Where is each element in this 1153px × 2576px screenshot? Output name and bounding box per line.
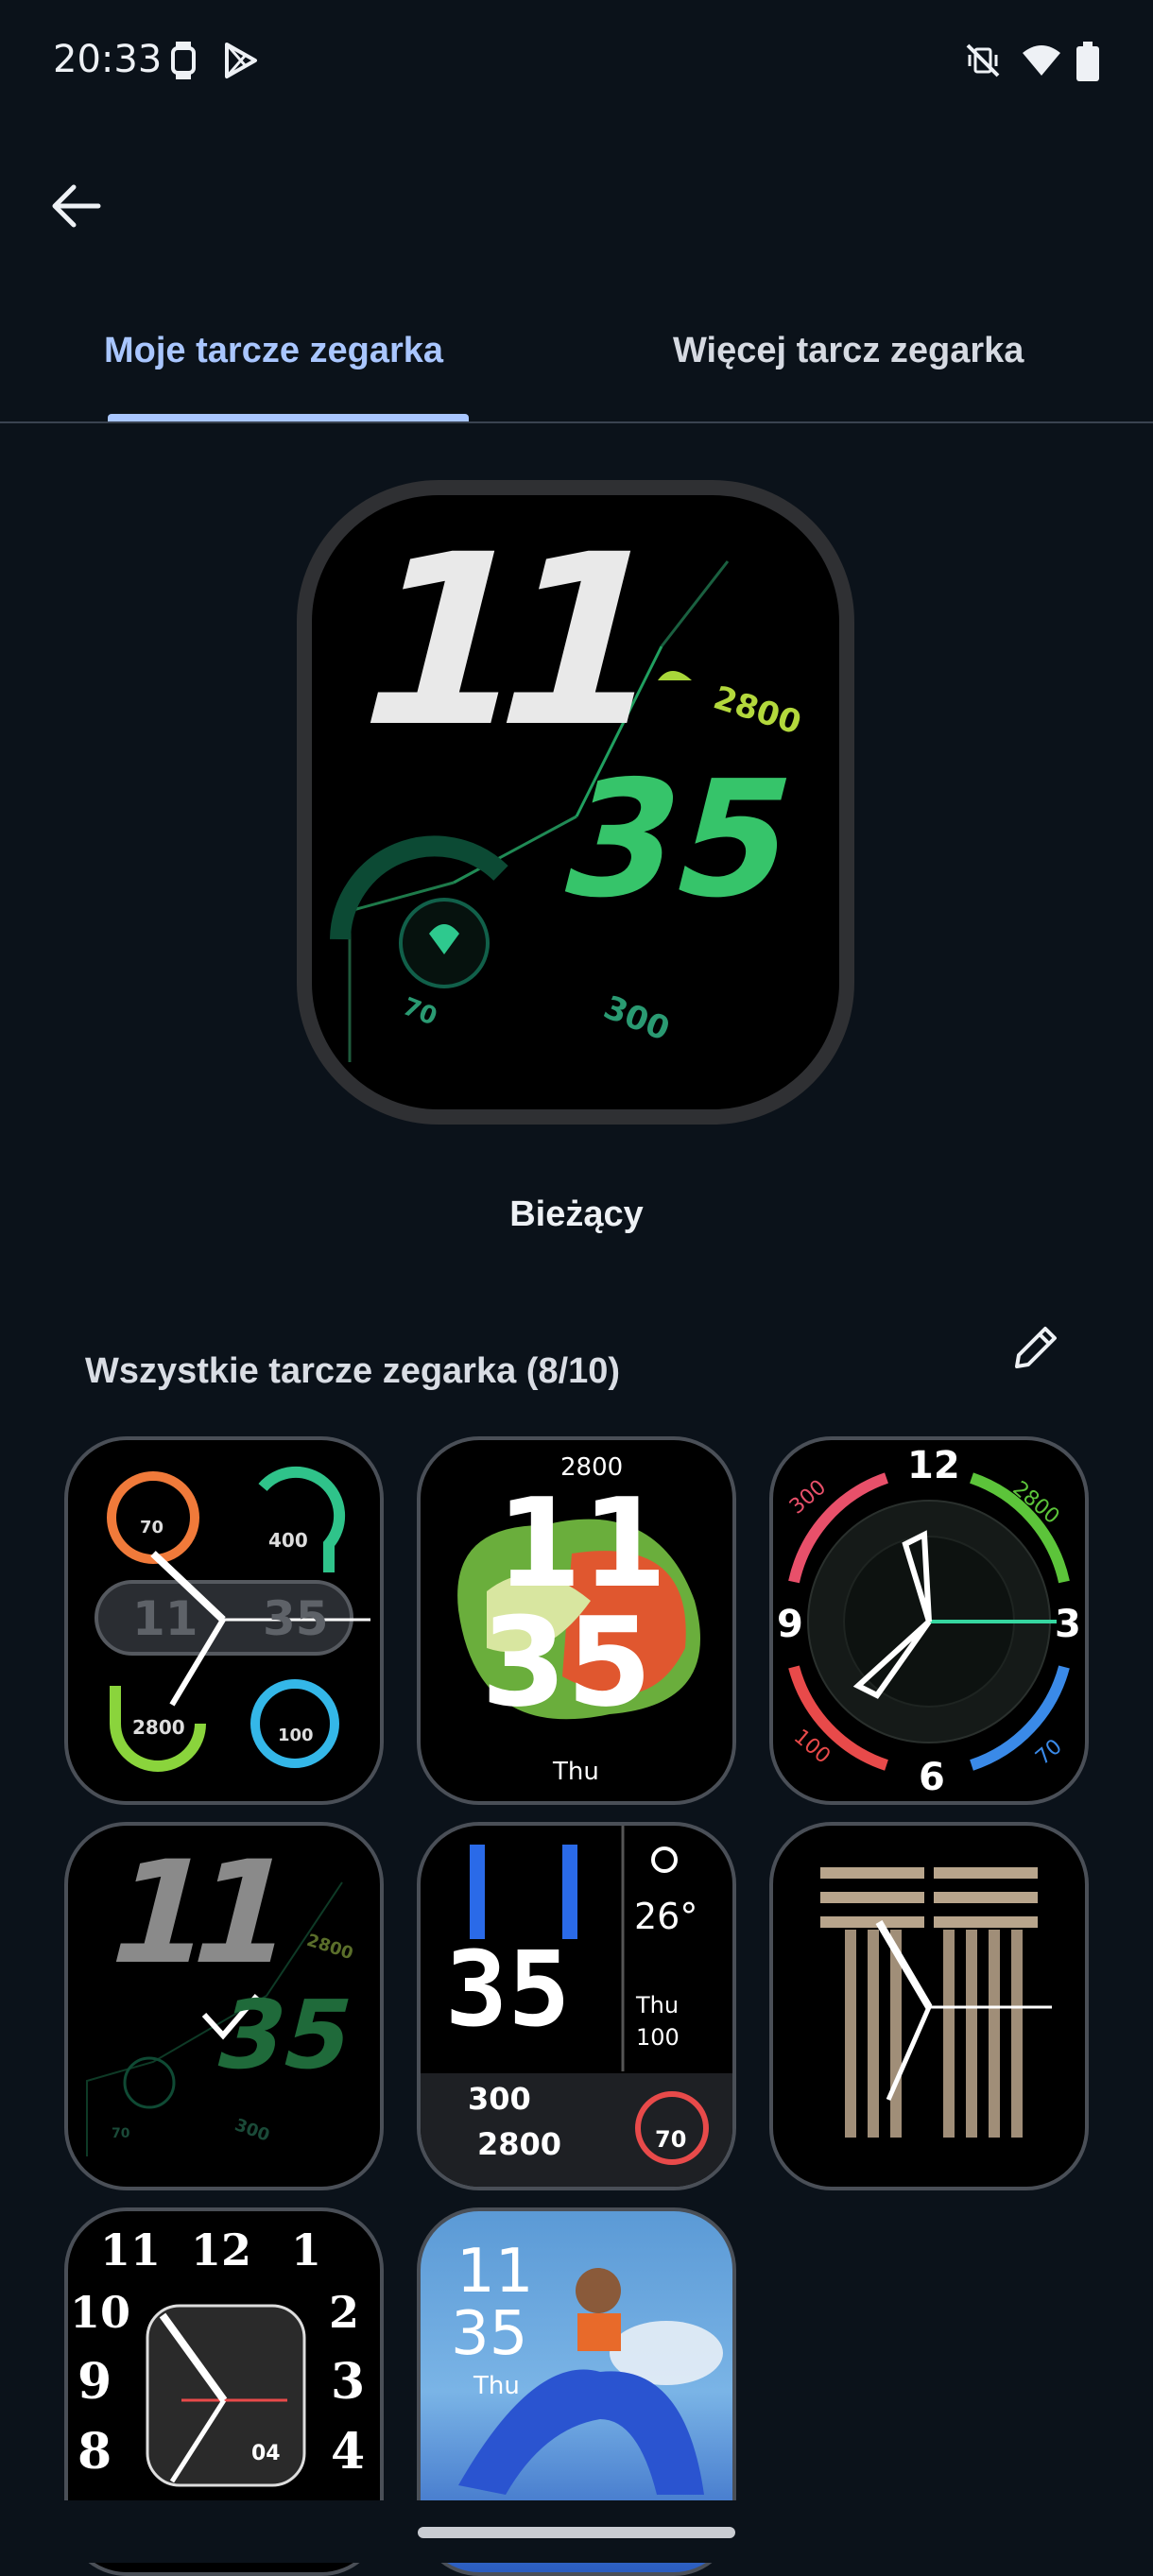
watch-face-3[interactable]: 12 3 6 9 300 2800 100 70 bbox=[769, 1436, 1089, 1805]
face-5-minute: 35 bbox=[445, 1929, 571, 2050]
face-7-8: 8 bbox=[77, 2423, 112, 2481]
status-bar: 20:33 bbox=[0, 0, 1153, 123]
face-1-hour: 11 bbox=[132, 1591, 198, 1646]
face-5-day: Thu bbox=[636, 1992, 680, 2018]
face-7-3: 3 bbox=[331, 2353, 366, 2411]
face-3-6: 6 bbox=[919, 1756, 945, 1799]
face-7-9: 9 bbox=[77, 2353, 112, 2411]
face-5-heart: 70 bbox=[655, 2126, 687, 2153]
face-1-steps: 2800 bbox=[132, 1716, 185, 1739]
face-7-4: 4 bbox=[331, 2423, 366, 2481]
face-2-hour: 11 bbox=[496, 1471, 667, 1615]
face-3-9: 9 bbox=[777, 1603, 803, 1646]
mute-vibrate-icon bbox=[966, 43, 1000, 77]
tab-indicator bbox=[108, 414, 469, 421]
watch-face-5[interactable]: 35 26° Thu 100 300 2800 70 bbox=[417, 1822, 736, 2190]
watch-face-2[interactable]: 2800 11 35 Thu bbox=[417, 1436, 736, 1805]
battery-icon bbox=[1076, 42, 1099, 81]
face-2-day: Thu bbox=[553, 1758, 599, 1786]
face-5-steps: 2800 bbox=[477, 2126, 562, 2162]
face-5-temp: 26° bbox=[634, 1896, 698, 1937]
face-1-minute: 35 bbox=[263, 1591, 329, 1646]
face-7-12: 12 bbox=[191, 2224, 252, 2275]
arrow-left-icon bbox=[52, 184, 101, 228]
face-5-battery: 100 bbox=[636, 2024, 680, 2051]
pencil-icon bbox=[1015, 1327, 1057, 1368]
current-face-caption: Bieżący bbox=[509, 1194, 644, 1234]
tab-bar: Moje tarcze zegarka Więcej tarcz zegarka bbox=[0, 302, 1153, 423]
face-8-day: Thu bbox=[473, 2372, 520, 2400]
face-7-10: 10 bbox=[70, 2287, 131, 2338]
face-4-minute: 35 bbox=[205, 1980, 365, 2090]
face-7-date: 04 bbox=[251, 2442, 281, 2465]
current-watch-face[interactable]: 11 35 2800 70 300 bbox=[297, 480, 854, 1125]
watch-face-4[interactable]: 11 35 2800 70 300 bbox=[64, 1822, 384, 2190]
wifi-icon bbox=[1023, 45, 1060, 76]
face-1-heart: 70 bbox=[140, 1518, 164, 1537]
face-1-battery: 100 bbox=[278, 1726, 314, 1745]
tab-my-watch-faces[interactable]: Moje tarcze zegarka bbox=[104, 331, 443, 371]
face-3-3: 3 bbox=[1055, 1603, 1081, 1646]
face-1-calories: 400 bbox=[268, 1529, 308, 1552]
face-4-heart: 70 bbox=[112, 2126, 130, 2141]
play-store-icon bbox=[225, 43, 257, 78]
watch-face-1[interactable]: 70 400 11 35 2800 100 bbox=[64, 1436, 384, 1805]
home-indicator[interactable] bbox=[418, 2527, 735, 2538]
watch-face-6[interactable] bbox=[769, 1822, 1089, 2190]
face-7-2: 2 bbox=[329, 2287, 360, 2338]
all-faces-title: Wszystkie tarcze zegarka (8/10) bbox=[85, 1351, 621, 1391]
face-3-12: 12 bbox=[907, 1444, 960, 1487]
tab-more-watch-faces[interactable]: Więcej tarcz zegarka bbox=[673, 331, 1024, 371]
edit-button[interactable] bbox=[1002, 1314, 1070, 1382]
face-5-calories: 300 bbox=[468, 2081, 531, 2117]
face-7-11: 11 bbox=[100, 2224, 162, 2275]
face-8-hour: 11 bbox=[456, 2237, 534, 2307]
status-time: 20:33 bbox=[53, 38, 163, 81]
face-8-minute: 35 bbox=[451, 2299, 528, 2369]
back-button[interactable] bbox=[38, 168, 113, 244]
face-7-1: 1 bbox=[291, 2224, 322, 2275]
current-minute: 35 bbox=[543, 747, 815, 934]
watch-icon bbox=[171, 42, 196, 79]
face-2-minute: 35 bbox=[481, 1590, 652, 1734]
